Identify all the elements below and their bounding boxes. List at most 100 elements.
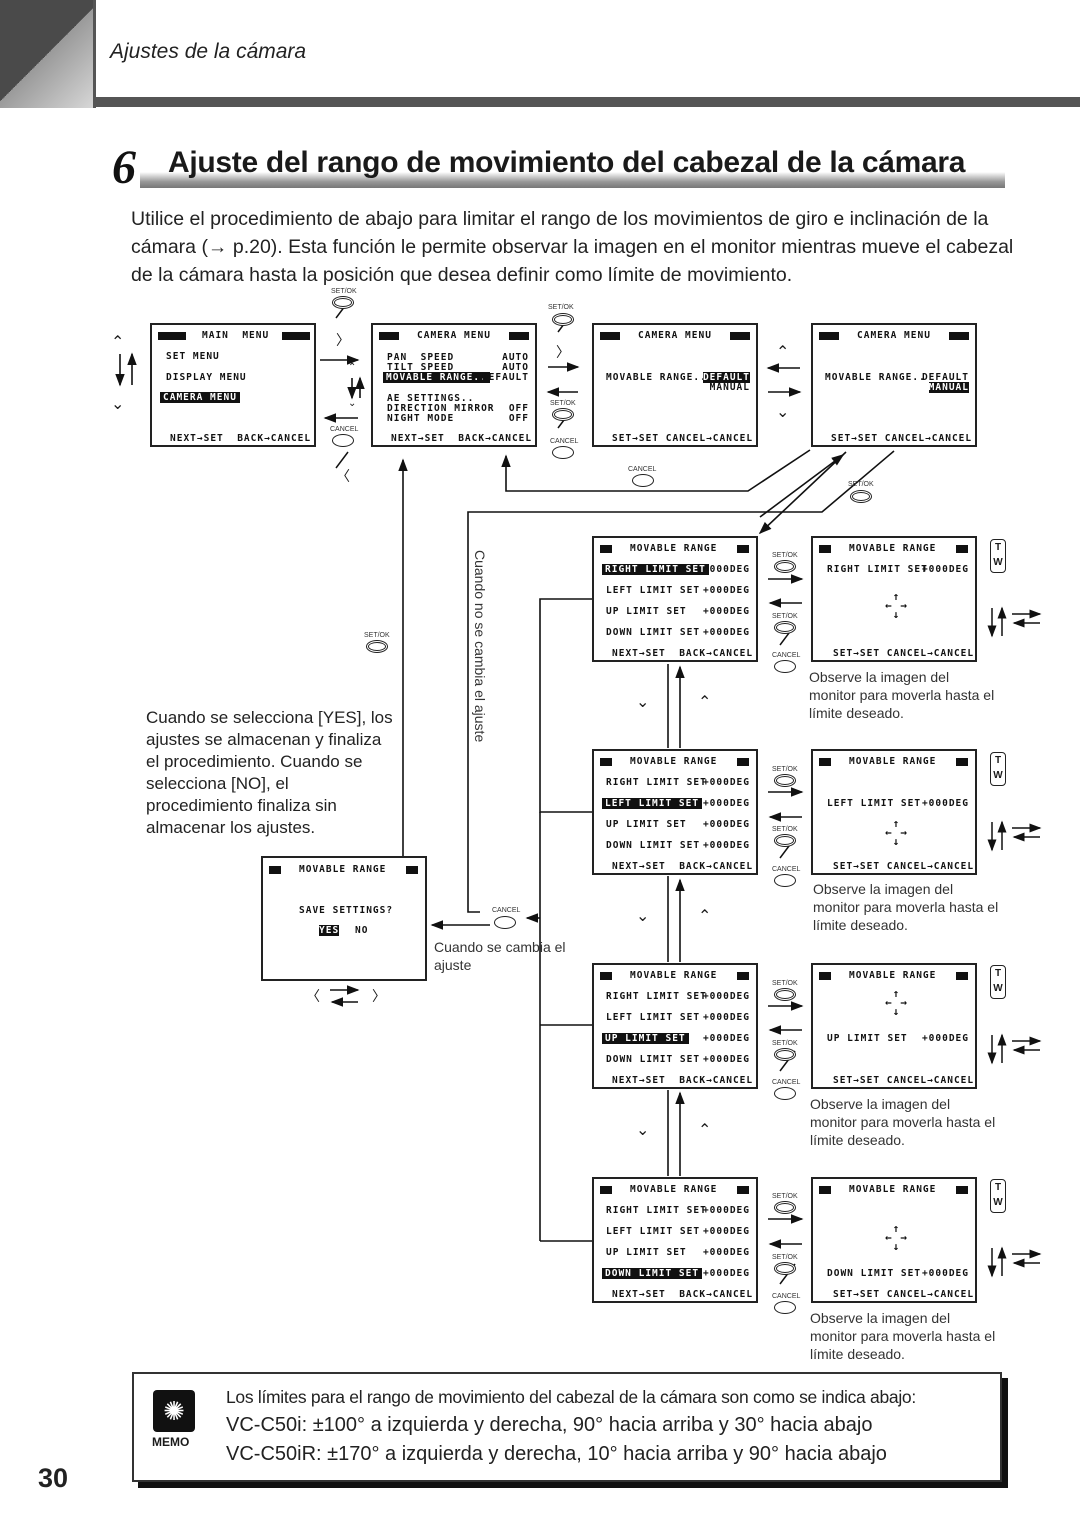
adjust-screen-right: MOVABLE RANGE RIGHT LIMIT SET +000DEG ↑ ←… [811, 536, 977, 662]
cancel-button[interactable] [632, 474, 654, 487]
cancel-label: CANCEL [628, 466, 657, 473]
limit-value: +000DEG [702, 1054, 750, 1065]
joystick-up-icon[interactable]: ⌃ [698, 1120, 711, 1140]
joystick-down-icon[interactable]: ⌄ [636, 906, 649, 926]
joystick-right-icon[interactable]: 〉 [336, 330, 350, 350]
limit-value: +000DEG [702, 991, 750, 1002]
setok-button[interactable] [366, 640, 388, 653]
menu-item-movable-range[interactable]: MOVABLE RANGE.. [383, 372, 490, 383]
setok-button[interactable] [774, 621, 796, 634]
limit-value: +000DEG [702, 840, 750, 851]
cancel-button[interactable] [774, 874, 796, 887]
screen-title: CAMERA MENU [417, 330, 491, 341]
movable-range-default-screen: CAMERA MENU MOVABLE RANGE.. DEFAULT MANU… [592, 323, 758, 447]
save-settings-screen: MOVABLE RANGE SAVE SETTINGS? YES NO [261, 856, 427, 981]
setok-button[interactable] [774, 1048, 796, 1061]
joystick-up-icon[interactable]: ⌃ [776, 342, 789, 362]
limit-item-down[interactable]: DOWN LIMIT SET [606, 840, 700, 851]
joystick-down-icon[interactable]: ⌄ [776, 402, 789, 422]
setok-button[interactable] [774, 1201, 796, 1214]
limit-value: +000DEG [702, 1012, 750, 1023]
cancel-button[interactable] [494, 916, 516, 929]
limit-item-left[interactable]: LEFT LIMIT SET [606, 585, 700, 596]
adjust-label: DOWN LIMIT SET [827, 1268, 922, 1279]
joystick-left-icon[interactable]: 〈 [306, 986, 320, 1006]
joystick-up-icon[interactable]: ⌃ [698, 692, 711, 712]
option-manual[interactable]: MANUAL [710, 382, 750, 393]
movable-range-value: DEFAULT [481, 372, 529, 383]
menu-item-camera-menu[interactable]: CAMERA MENU [160, 392, 240, 403]
setok-button[interactable] [774, 560, 796, 573]
setok-label: SET/OK [772, 552, 798, 559]
setok-button[interactable] [774, 988, 796, 1001]
limit-list-screen-left: MOVABLE RANGE RIGHT LIMIT SET +000DEG LE… [592, 749, 758, 875]
limit-item-down[interactable]: DOWN LIMIT SET [606, 627, 700, 638]
wide-label: W [993, 557, 1003, 568]
limit-item-up[interactable]: UP LIMIT SET [606, 606, 687, 617]
limit-item-right[interactable]: RIGHT LIMIT SET [606, 1205, 707, 1216]
joystick-left-icon[interactable]: 〈 [336, 466, 350, 486]
limit-value: +000DEG [702, 606, 750, 617]
setok-label: SET/OK [848, 481, 874, 488]
joystick-down-icon[interactable]: ⌄ [636, 1120, 649, 1140]
zoom-tele-wide-button[interactable]: TW [990, 1179, 1006, 1213]
limit-item-left[interactable]: LEFT LIMIT SET [606, 1012, 700, 1023]
yes-option[interactable]: YES [319, 925, 340, 936]
setok-button[interactable] [552, 408, 574, 421]
movable-range-label: MOVABLE RANGE.. [606, 372, 707, 383]
limit-value: +000DEG [702, 1268, 750, 1279]
joystick-right-icon[interactable]: 〉 [556, 342, 570, 362]
screen-title: MOVABLE RANGE [299, 864, 387, 875]
joystick-down-icon[interactable]: ⌄ [111, 394, 124, 414]
no-option[interactable]: NO [355, 925, 368, 936]
zoom-tele-wide-button[interactable]: TW [990, 752, 1006, 786]
setok-button[interactable] [774, 774, 796, 787]
limit-item-left[interactable]: LEFT LIMIT SET [602, 798, 703, 809]
limit-value: +000DEG [702, 1226, 750, 1237]
limit-item-right[interactable]: RIGHT LIMIT SET [606, 777, 707, 788]
setok-button[interactable] [552, 313, 574, 326]
screen-footer: NEXT→SET BACK→CANCEL [612, 648, 754, 659]
limit-item-left[interactable]: LEFT LIMIT SET [606, 1226, 700, 1237]
limit-item-down[interactable]: DOWN LIMIT SET [602, 1268, 703, 1279]
cancel-button[interactable] [774, 1301, 796, 1314]
cancel-button[interactable] [774, 1087, 796, 1100]
adjust-value: +000DEG [921, 1268, 969, 1279]
menu-item-display-menu[interactable]: DISPLAY MENU [166, 372, 247, 383]
limit-item-up[interactable]: UP LIMIT SET [606, 1247, 687, 1258]
cancel-button[interactable] [552, 446, 574, 459]
setok-label: SET/OK [772, 1254, 798, 1261]
camera-menu-screen: CAMERA MENU PAN SPEED AUTO TILT SPEED AU… [371, 323, 537, 447]
joystick-up-icon[interactable]: ⌃ [348, 362, 356, 373]
cancel-button[interactable] [332, 434, 354, 447]
limit-item-right[interactable]: RIGHT LIMIT SET [606, 991, 707, 1002]
setok-button[interactable] [774, 1262, 796, 1275]
zoom-tele-wide-button[interactable]: TW [990, 539, 1006, 573]
option-manual[interactable]: MANUAL [928, 382, 969, 393]
joystick-right-icon[interactable]: 〉 [372, 986, 386, 1006]
joystick-down-icon[interactable]: ⌄ [636, 692, 649, 712]
joystick-up-icon[interactable]: ⌃ [698, 906, 711, 926]
setok-button[interactable] [332, 296, 354, 309]
limit-item-up[interactable]: UP LIMIT SET [606, 819, 687, 830]
limit-item-down[interactable]: DOWN LIMIT SET [606, 1054, 700, 1065]
zoom-tele-wide-button[interactable]: TW [990, 965, 1006, 999]
limit-item-up[interactable]: UP LIMIT SET [602, 1033, 689, 1044]
limit-value: +000DEG [702, 564, 750, 575]
joystick-up-icon[interactable]: ⌃ [111, 332, 124, 352]
joystick-down-icon[interactable]: ⌄ [348, 398, 356, 409]
wide-label: W [993, 1197, 1003, 1208]
setok-label: SET/OK [772, 1040, 798, 1047]
limit-value: +000DEG [702, 627, 750, 638]
limit-item-right[interactable]: RIGHT LIMIT SET [602, 564, 709, 575]
limit-value: +000DEG [702, 1033, 750, 1044]
movable-range-label: MOVABLE RANGE.. [825, 372, 926, 383]
menu-item-night-mode[interactable]: NIGHT MODE [387, 413, 454, 424]
tele-label: T [994, 755, 1002, 766]
cancel-button[interactable] [774, 660, 796, 673]
menu-item-set-menu[interactable]: SET MENU [166, 351, 220, 362]
observe-note: Observe la imagen del monitor para mover… [810, 1096, 996, 1148]
setok-label: SET/OK [548, 304, 574, 311]
setok-button[interactable] [850, 490, 872, 503]
setok-button[interactable] [774, 834, 796, 847]
